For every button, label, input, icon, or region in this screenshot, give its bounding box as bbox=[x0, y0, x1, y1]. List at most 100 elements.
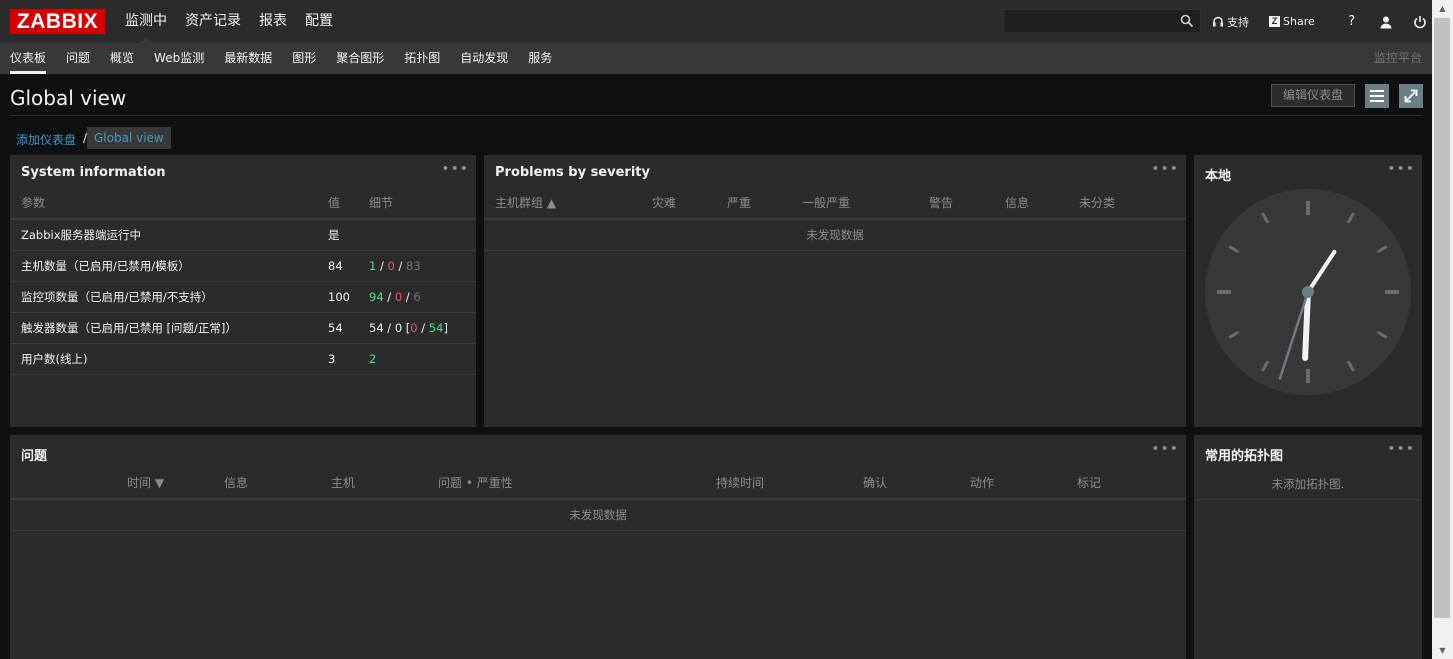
column-header-average: 一般严重 bbox=[791, 186, 918, 220]
share-link[interactable]: Z Share bbox=[1269, 15, 1315, 28]
widget-favourite-maps: 常用的拓扑图 ••• 未添加拓扑图. bbox=[1194, 435, 1422, 659]
detail-templates: 83 bbox=[406, 259, 421, 273]
row-details bbox=[358, 219, 476, 251]
detail-enabled: 94 bbox=[369, 290, 384, 304]
title-divider bbox=[10, 115, 1422, 116]
clock-center bbox=[1302, 286, 1314, 298]
detail-close: ] bbox=[443, 321, 448, 335]
sub-menu: 仪表板 问题 概览 Web监测 最新数据 图形 聚合图形 拓扑图 自动发现 服务 bbox=[0, 43, 562, 74]
sub-menu-overview[interactable]: 概览 bbox=[100, 43, 144, 74]
column-header-disaster: 灾难 bbox=[641, 186, 716, 220]
fav-maps-table: 未添加拓扑图. bbox=[1194, 468, 1422, 500]
breadcrumb-dashboards-link[interactable]: 添加仪表盘 bbox=[16, 131, 76, 148]
detail-ok: 54 bbox=[428, 321, 444, 335]
row-param: 触发器数量（已启用/已禁用 [问题/正常]） bbox=[10, 312, 317, 344]
sub-menu-maps[interactable]: 拓扑图 bbox=[394, 43, 450, 74]
widget-menu-icon[interactable]: ••• bbox=[1387, 161, 1415, 177]
dashboard-list-button[interactable] bbox=[1365, 84, 1389, 108]
main-menu-reports[interactable]: 报表 bbox=[250, 0, 296, 43]
breadcrumb-current[interactable]: Global view bbox=[87, 127, 171, 149]
table-row: 未添加拓扑图. bbox=[1194, 468, 1422, 500]
row-value: 54 bbox=[317, 312, 358, 344]
column-header-ack: 确认 bbox=[823, 466, 930, 500]
scroll-down-button[interactable]: ▼ bbox=[1432, 642, 1453, 659]
column-header-host-group[interactable]: 主机群组 ▲ bbox=[484, 186, 641, 220]
search-icon[interactable] bbox=[1180, 14, 1194, 28]
user-profile-icon[interactable] bbox=[1378, 14, 1394, 30]
column-header-spacer bbox=[10, 466, 117, 500]
logout-power-icon[interactable] bbox=[1412, 14, 1428, 30]
sub-menu-graphs[interactable]: 图形 bbox=[282, 43, 326, 74]
column-header-high: 严重 bbox=[716, 186, 791, 220]
row-details: 2 bbox=[358, 343, 476, 375]
widget-clock: 本地 ••• bbox=[1194, 155, 1422, 427]
column-header-host: 主机 bbox=[320, 466, 427, 500]
row-details: 54 / 0 [0 / 54] bbox=[358, 312, 476, 344]
row-details: 1 / 0 / 83 bbox=[358, 250, 476, 282]
widget-title: 本地 bbox=[1205, 169, 1232, 184]
row-param: 主机数量（已启用/已禁用/模板） bbox=[10, 250, 317, 282]
headset-icon bbox=[1213, 16, 1223, 26]
widget-title: 常用的拓扑图 bbox=[1205, 449, 1284, 464]
detail-problem: 0 bbox=[410, 321, 418, 335]
sub-menu-dashboard[interactable]: 仪表板 bbox=[0, 43, 56, 74]
page-title: Global view bbox=[10, 86, 127, 110]
table-row: 主机数量（已启用/已禁用/模板） 84 1 / 0 / 83 bbox=[10, 250, 476, 282]
search-input[interactable] bbox=[1003, 9, 1201, 33]
support-link[interactable]: 支持 bbox=[1212, 14, 1249, 30]
column-header-tags: 标记 bbox=[1037, 466, 1186, 500]
detail-sep: / bbox=[417, 321, 429, 335]
column-header-spacer bbox=[572, 466, 716, 500]
sub-menu-web[interactable]: Web监测 bbox=[144, 43, 214, 74]
main-menu-monitoring[interactable]: 监测中 bbox=[116, 0, 176, 43]
row-param: 监控项数量（已启用/已禁用/不支持） bbox=[10, 281, 317, 313]
widget-menu-icon[interactable]: ••• bbox=[1387, 441, 1415, 457]
widget-title: System information bbox=[21, 165, 166, 180]
severity-table: 主机群组 ▲ 灾难 严重 一般严重 警告 信息 未分类 未发现数据 bbox=[484, 186, 1186, 251]
row-value: 100 bbox=[317, 281, 358, 313]
sub-menu-discovery[interactable]: 自动发现 bbox=[450, 43, 518, 74]
column-header-warning: 警告 bbox=[918, 186, 994, 220]
column-header-value: 值 bbox=[317, 186, 358, 220]
menu-list-icon bbox=[1370, 90, 1384, 102]
column-header-details: 细节 bbox=[358, 186, 476, 220]
column-header-time[interactable]: 时间 ▼ bbox=[117, 466, 213, 500]
clock-face bbox=[1205, 189, 1411, 395]
widget-problems: 问题 ••• 时间 ▼ 信息 主机 问题 • 严重性 持续时间 确认 动作 标记… bbox=[10, 435, 1186, 659]
detail-online: 2 bbox=[369, 352, 377, 366]
column-header-param: 参数 bbox=[10, 186, 317, 220]
main-menu: 监测中 资产记录 报表 配置 bbox=[116, 0, 342, 43]
scroll-up-button[interactable]: ▲ bbox=[1432, 0, 1453, 17]
support-label: 支持 bbox=[1227, 15, 1249, 29]
sub-menu-bar: 仪表板 问题 概览 Web监测 最新数据 图形 聚合图形 拓扑图 自动发现 服务… bbox=[0, 43, 1432, 74]
table-row: 监控项数量（已启用/已禁用/不支持） 100 94 / 0 / 6 bbox=[10, 281, 476, 313]
widget-title: Problems by severity bbox=[495, 165, 650, 180]
problems-table: 时间 ▼ 信息 主机 问题 • 严重性 持续时间 确认 动作 标记 未发现数据 bbox=[10, 466, 1186, 531]
column-header-actions: 动作 bbox=[930, 466, 1037, 500]
edit-dashboard-button[interactable]: 编辑仪表盘 bbox=[1271, 84, 1355, 107]
no-data-message: 未发现数据 bbox=[484, 219, 1186, 251]
detail-sep: / bbox=[394, 259, 407, 273]
platform-label: 监控平台 bbox=[1373, 51, 1422, 65]
header-tools: 支持 Z Share ? bbox=[1212, 0, 1437, 43]
main-menu-configuration[interactable]: 配置 bbox=[296, 0, 342, 43]
help-label: ? bbox=[1348, 14, 1356, 29]
fullscreen-button[interactable] bbox=[1399, 84, 1423, 108]
widget-menu-icon[interactable]: ••• bbox=[1151, 161, 1179, 177]
widget-menu-icon[interactable]: ••• bbox=[1151, 441, 1179, 457]
sub-menu-latest-data[interactable]: 最新数据 bbox=[214, 43, 282, 74]
table-row: 未发现数据 bbox=[10, 499, 1186, 531]
help-icon[interactable]: ? bbox=[1344, 14, 1360, 30]
zabbix-logo[interactable]: ZABBIX bbox=[10, 9, 105, 34]
sub-menu-screens[interactable]: 聚合图形 bbox=[326, 43, 394, 74]
widget-menu-icon[interactable]: ••• bbox=[441, 161, 469, 177]
sub-menu-services[interactable]: 服务 bbox=[518, 43, 562, 74]
widget-problems-by-severity: Problems by severity ••• 主机群组 ▲ 灾难 严重 一般… bbox=[484, 155, 1186, 427]
sub-menu-problems[interactable]: 问题 bbox=[56, 43, 100, 74]
widget-title: 问题 bbox=[21, 449, 48, 464]
main-menu-inventory[interactable]: 资产记录 bbox=[176, 0, 250, 43]
row-param: 用户数(线上) bbox=[10, 343, 317, 375]
detail-sep: / bbox=[402, 290, 414, 304]
no-data-message: 未发现数据 bbox=[10, 499, 1186, 531]
scrollbar-thumb[interactable] bbox=[1434, 18, 1450, 618]
